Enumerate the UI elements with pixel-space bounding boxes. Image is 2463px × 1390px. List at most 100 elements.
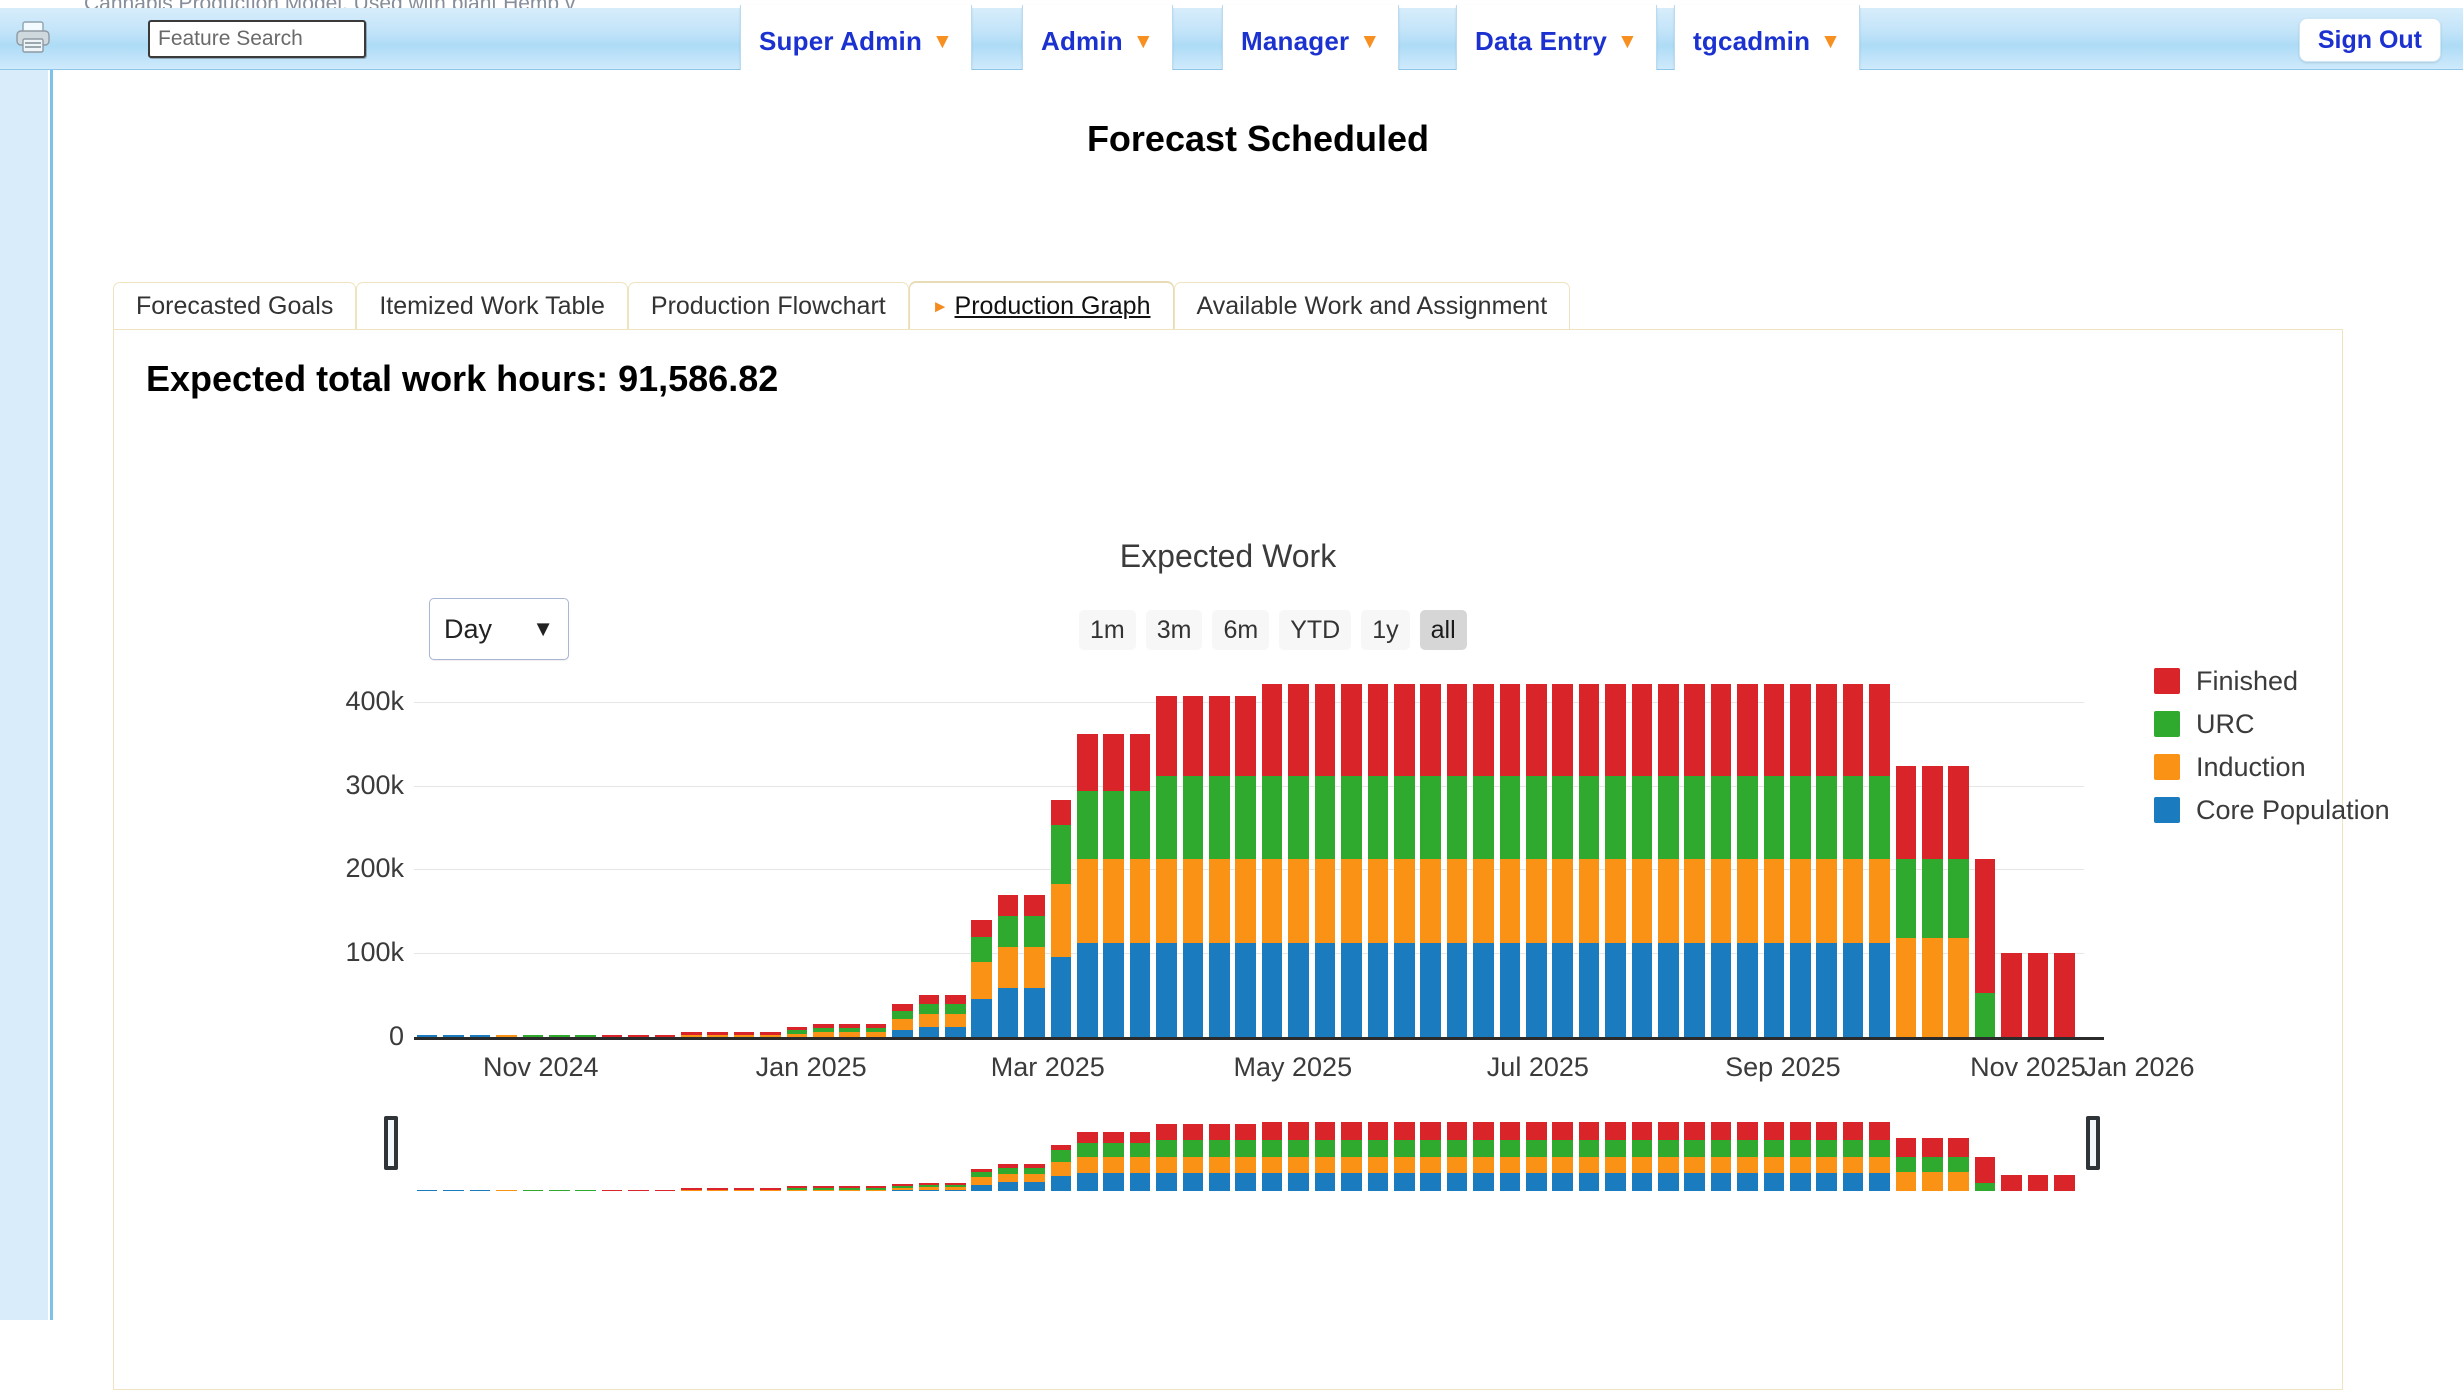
bar-segment <box>1552 683 1573 776</box>
chart-bar[interactable] <box>1499 683 1521 1037</box>
navigator-bar-segment <box>1710 1173 1732 1192</box>
tab-forecasted-goals[interactable]: Forecasted Goals <box>113 282 357 330</box>
chart-bar[interactable] <box>1050 799 1072 1037</box>
chart-bar[interactable] <box>1710 683 1732 1037</box>
chart-bar[interactable] <box>1948 766 1970 1037</box>
search-input[interactable] <box>148 20 366 58</box>
legend-item-core-population[interactable]: Core Population <box>2154 791 2463 829</box>
tab-available-work-and-assignment[interactable]: Available Work and Assignment <box>1173 282 1571 330</box>
range-button-ytd[interactable]: YTD <box>1279 610 1352 650</box>
range-button-1y[interactable]: 1y <box>1361 610 1410 650</box>
nav-item-tgcadmin[interactable]: tgcadmin ▼ <box>1674 5 1860 79</box>
chart-bar[interactable] <box>839 1023 860 1037</box>
chart-bar[interactable] <box>1657 683 1679 1037</box>
bar-segment <box>1446 943 1468 1037</box>
chart-bar[interactable] <box>997 895 1019 1037</box>
tab-production-flowchart[interactable]: Production Flowchart <box>627 282 909 330</box>
chart-bar[interactable] <box>575 1034 596 1037</box>
chart-bar[interactable] <box>1869 683 1890 1037</box>
navigator-left-handle[interactable] <box>384 1116 398 1170</box>
chart-bar[interactable] <box>1288 683 1309 1037</box>
chart-bar[interactable] <box>707 1031 728 1037</box>
legend-item-finished[interactable]: Finished <box>2154 662 2463 700</box>
chart-bar[interactable] <box>416 1035 438 1037</box>
chart-bar[interactable] <box>1842 683 1864 1037</box>
chart-bar[interactable] <box>680 1031 702 1037</box>
chart-bar[interactable] <box>1895 766 1917 1037</box>
nav-item-data-entry[interactable]: Data Entry ▼ <box>1456 5 1657 79</box>
chart-bar[interactable] <box>733 1031 755 1037</box>
navigator-bar <box>1473 1121 1494 1192</box>
chart-bar[interactable] <box>1024 895 1045 1037</box>
chart-bar[interactable] <box>1816 683 1838 1037</box>
chart-bar[interactable] <box>496 1035 517 1037</box>
navigator-bar-segment <box>1869 1121 1890 1141</box>
chart-bar[interactable] <box>2027 953 2049 1037</box>
chart-bar[interactable] <box>1525 683 1547 1037</box>
bar-segment <box>1024 895 1045 917</box>
printer-icon[interactable] <box>12 18 54 58</box>
chart-bar[interactable] <box>2001 953 2022 1037</box>
tab-production-graph[interactable]: ► Production Graph <box>908 282 1174 330</box>
chart-bar[interactable] <box>628 1034 649 1037</box>
nav-item-manager[interactable]: Manager ▼ <box>1222 5 1400 79</box>
chart-bar[interactable] <box>786 1026 808 1037</box>
chart-bar[interactable] <box>1182 696 1204 1037</box>
bar-segment <box>1657 683 1679 776</box>
chart-bar[interactable] <box>1974 859 1996 1037</box>
sign-out-button[interactable]: Sign Out <box>2298 18 2441 62</box>
navigator-right-handle[interactable] <box>2086 1116 2100 1170</box>
chart-bar[interactable] <box>892 1004 913 1037</box>
chart-bar[interactable] <box>1763 683 1785 1037</box>
chart-bar[interactable] <box>1473 683 1494 1037</box>
chart-navigator[interactable] <box>384 1098 2104 1218</box>
chart-bar[interactable] <box>601 1034 623 1037</box>
chart-bar[interactable] <box>1684 683 1705 1037</box>
nav-item-admin[interactable]: Admin ▼ <box>1022 5 1173 79</box>
chart-bar[interactable] <box>1341 683 1362 1037</box>
chart-bar[interactable] <box>1737 683 1758 1037</box>
chart-bar[interactable] <box>1103 733 1125 1037</box>
chart-bar[interactable] <box>1235 696 1257 1037</box>
chart-bar[interactable] <box>812 1023 834 1037</box>
chart-bar[interactable] <box>1261 683 1283 1037</box>
chart-bar[interactable] <box>1631 683 1653 1037</box>
nav-item-super-admin[interactable]: Super Admin ▼ <box>740 5 972 79</box>
range-button-6m[interactable]: 6m <box>1212 610 1270 650</box>
chart-bar[interactable] <box>1446 683 1468 1037</box>
chart-bar[interactable] <box>1552 683 1573 1037</box>
chart-bar[interactable] <box>1578 683 1600 1037</box>
chart-bar[interactable] <box>760 1031 781 1037</box>
chart-bar[interactable] <box>1790 683 1811 1037</box>
range-button-all[interactable]: all <box>1419 610 1467 650</box>
bar-segment <box>1895 858 1917 939</box>
chart-bar[interactable] <box>1077 733 1098 1037</box>
legend-item-urc[interactable]: URC <box>2154 705 2463 743</box>
bar-segment <box>1156 859 1177 944</box>
chart-bar[interactable] <box>945 995 966 1037</box>
period-select[interactable]: Day ▼ <box>429 598 569 660</box>
chart-bar[interactable] <box>1129 733 1151 1037</box>
range-button-3m[interactable]: 3m <box>1145 610 1203 650</box>
chart-bar[interactable] <box>1367 683 1389 1037</box>
chart-bar[interactable] <box>443 1035 464 1037</box>
chart-bar[interactable] <box>1605 683 1626 1037</box>
tab-itemized-work-table[interactable]: Itemized Work Table <box>356 282 628 330</box>
navigator-bar-segment <box>1922 1156 1943 1173</box>
chart-bar[interactable] <box>1393 683 1415 1037</box>
chart-bar[interactable] <box>1420 683 1441 1037</box>
chart-bar[interactable] <box>654 1034 676 1037</box>
chart-bar[interactable] <box>971 919 993 1037</box>
chart-bar[interactable] <box>522 1034 544 1037</box>
chart-bar[interactable] <box>1314 683 1336 1037</box>
chart-bar[interactable] <box>2054 953 2075 1037</box>
chart-bar[interactable] <box>469 1035 491 1037</box>
range-button-1m[interactable]: 1m <box>1079 610 1136 650</box>
chart-bar[interactable] <box>918 995 940 1037</box>
chart-bar[interactable] <box>865 1023 887 1037</box>
legend-item-induction[interactable]: Induction <box>2154 748 2463 786</box>
chart-bar[interactable] <box>548 1034 570 1037</box>
chart-bar[interactable] <box>1922 766 1943 1037</box>
chart-bar[interactable] <box>1156 696 1177 1037</box>
chart-bar[interactable] <box>1209 696 1230 1037</box>
